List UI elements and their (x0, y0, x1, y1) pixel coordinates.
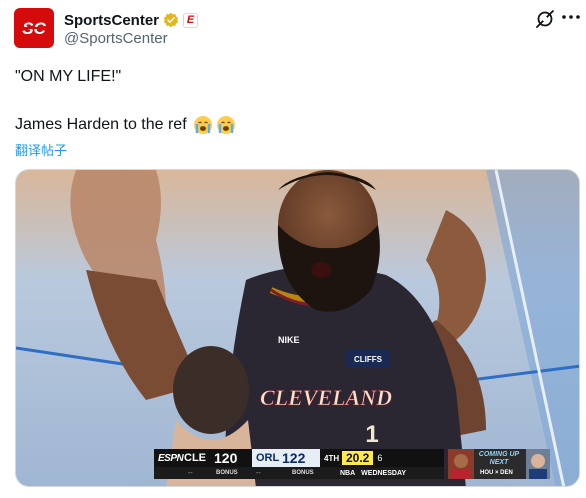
svg-text:NIKE: NIKE (278, 335, 300, 345)
shot-clock: 6 (377, 453, 383, 463)
tweet-media-image[interactable]: CLEVELAND 1 NIKE CLIFFS ESPN CLE 120 ORL… (15, 169, 580, 487)
loudly-crying-face-icon (193, 116, 212, 134)
affiliate-badge-icon[interactable]: E (183, 12, 199, 28)
display-name[interactable]: SportsCenter (64, 12, 159, 29)
home-score: 122 (282, 450, 306, 466)
away-bonus: BONUS (216, 470, 238, 476)
game-clock: 20.2 (346, 451, 370, 465)
coming-up-next: COMING UP NEXT HOU × DEN (448, 449, 550, 479)
coming-up-label: COMING UP NEXT (478, 451, 520, 466)
sportscenter-logo-icon: SC (19, 19, 49, 38)
user-handle[interactable]: @SportsCenter (64, 30, 168, 47)
away-team: CLE (184, 452, 206, 464)
name-row: SportsCenter E (64, 10, 199, 30)
more-options-icon[interactable] (560, 6, 582, 28)
svg-text:CLIFFS: CLIFFS (354, 355, 383, 364)
away-score: 120 (214, 450, 238, 466)
home-team: ORL (256, 452, 280, 464)
network-logo: ESPN (158, 452, 184, 464)
home-bonus: BONUS (292, 470, 314, 476)
tweet-card: SC SportsCenter E @SportsCenter "ON MY L… (0, 0, 586, 498)
verified-badge-icon[interactable] (163, 12, 179, 28)
basketball-scene-image: CLEVELAND 1 NIKE CLIFFS (16, 170, 579, 486)
scorebug-main: ESPN CLE 120 ORL 122 4TH 20.2 6 -- BONUS… (154, 449, 444, 479)
svg-text:1: 1 (365, 421, 378, 448)
tweet-text-line1: "ON MY LIFE!" (15, 68, 122, 85)
tweet-text-line2: James Harden to the ref (15, 114, 236, 136)
scorebug: ESPN CLE 120 ORL 122 4TH 20.2 6 -- BONUS… (154, 449, 550, 479)
translate-post-link[interactable]: 翻译帖子 (15, 140, 67, 159)
loudly-crying-face-icon (216, 116, 235, 134)
grok-icon[interactable] (534, 8, 556, 30)
next-game-label: HOU × DEN (480, 470, 513, 476)
away-timeouts: -- (188, 469, 193, 477)
league-label: NBA (340, 469, 356, 477)
player-thumbnail-icon (526, 449, 550, 479)
svg-text:CLEVELAND: CLEVELAND (260, 385, 392, 410)
home-team-box: ORL 122 (252, 449, 320, 467)
avatar[interactable]: SC (14, 8, 54, 48)
quarter: 4TH (324, 453, 340, 463)
game-clock-box: 20.2 (342, 451, 374, 465)
player-thumbnail-icon (448, 449, 474, 479)
home-timeouts: -- (256, 469, 261, 477)
game-day: WEDNESDAY (361, 469, 407, 477)
